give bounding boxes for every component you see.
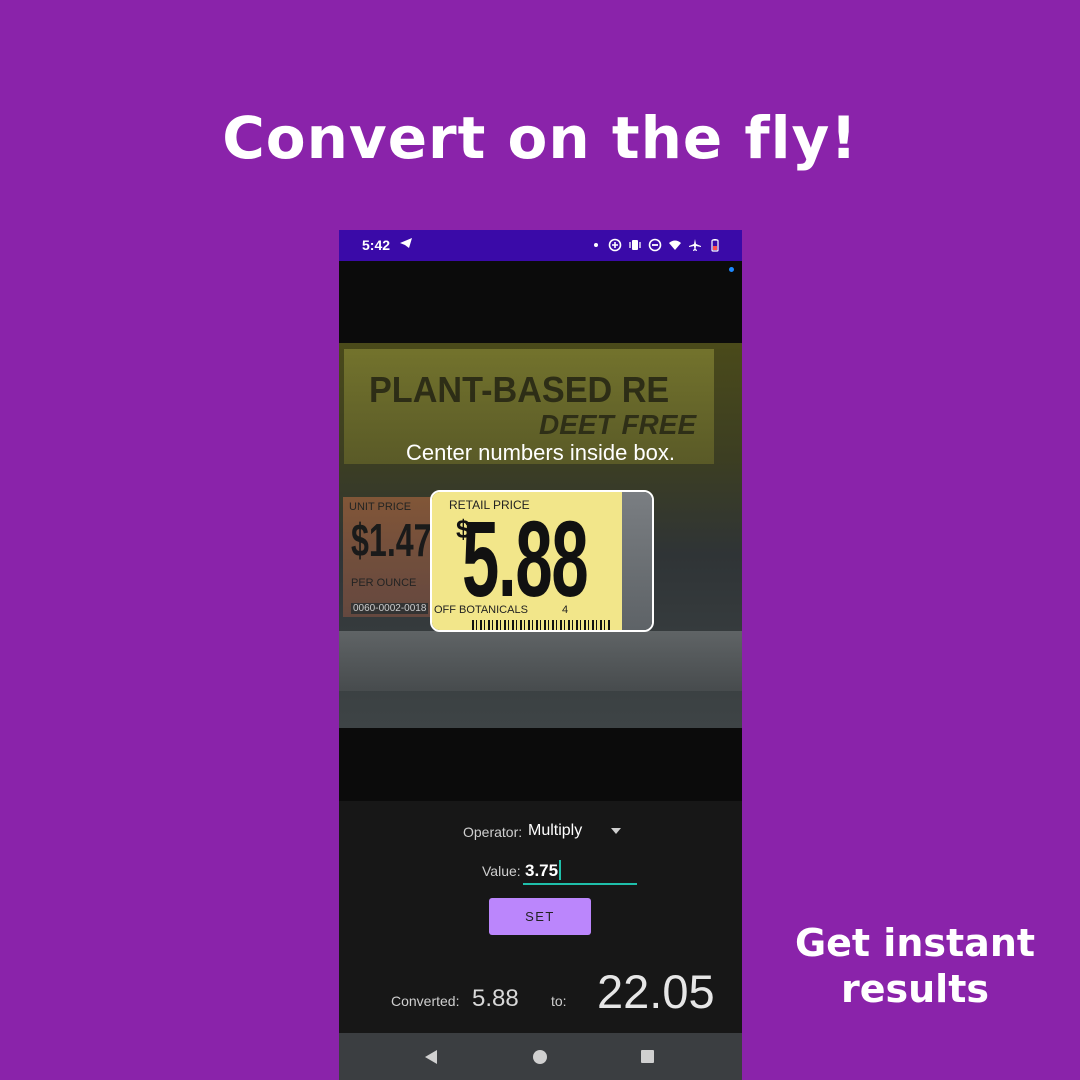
recents-icon[interactable] bbox=[641, 1050, 654, 1063]
set-button[interactable]: SET bbox=[489, 898, 591, 935]
scan-box: RETAIL PRICE $ 5.88 OFF BOTANICALS 4 bbox=[430, 490, 654, 632]
status-time: 5:42 bbox=[362, 237, 391, 253]
wifi-icon bbox=[669, 240, 681, 250]
retail-price-footer-number: 4 bbox=[562, 604, 569, 616]
barcode bbox=[472, 620, 612, 630]
operator-label: Operator: bbox=[463, 824, 523, 840]
telegram-icon bbox=[400, 238, 412, 248]
operator-dropdown[interactable]: Multiply bbox=[528, 822, 582, 840]
converted-value: 5.88 bbox=[472, 985, 519, 1012]
data-saver-icon bbox=[608, 238, 622, 252]
camera-preview: PLANT-BASED RE DEET FREE UNIT PRICE $1.4… bbox=[339, 261, 742, 801]
navigation-bar bbox=[339, 1033, 742, 1080]
promo-tagline: Get instant results bbox=[794, 921, 1036, 1011]
retail-price-tag: RETAIL PRICE $ 5.88 OFF BOTANICALS 4 bbox=[432, 492, 622, 630]
retail-price-amount: 5.88 bbox=[462, 498, 589, 619]
retail-price-footer: OFF BOTANICALS bbox=[434, 604, 528, 616]
unit-price-code: 0060-0002-0018 bbox=[351, 603, 429, 614]
status-icons bbox=[594, 238, 722, 252]
shelf-edge bbox=[339, 631, 742, 691]
dropdown-arrow-icon[interactable] bbox=[611, 828, 621, 834]
dot-icon bbox=[594, 243, 598, 247]
scan-instruction: Center numbers inside box. bbox=[405, 440, 676, 465]
unit-price-tag: UNIT PRICE $1.47 PER OUNCE 0060-0002-001… bbox=[343, 497, 432, 617]
to-label: to: bbox=[551, 993, 567, 1009]
controls-panel: Operator: Multiply Value: 3.75 SET Conve… bbox=[339, 801, 742, 1033]
converted-label: Converted: bbox=[391, 993, 460, 1009]
unit-price-unit: PER OUNCE bbox=[351, 577, 417, 589]
value-input[interactable]: 3.75 bbox=[523, 857, 637, 885]
promo-headline: Convert on the fly! bbox=[222, 104, 858, 172]
back-icon[interactable] bbox=[425, 1050, 437, 1064]
home-icon[interactable] bbox=[533, 1050, 547, 1064]
airplane-icon bbox=[689, 239, 701, 251]
do-not-disturb-icon bbox=[648, 238, 662, 252]
shelf-background bbox=[622, 492, 652, 630]
value-input-text: 3.75 bbox=[525, 861, 559, 880]
unit-price-label: UNIT PRICE bbox=[349, 501, 412, 513]
camera-indicator-dot bbox=[729, 267, 734, 272]
shelf-text: PLANT-BASED RE bbox=[369, 369, 670, 410]
phone-screen: 5:42 PLANT-BASED RE DEET FREE UNIT PRICE… bbox=[339, 230, 742, 1080]
unit-price-value: $1.47 bbox=[351, 514, 432, 566]
vibrate-icon bbox=[629, 240, 641, 250]
battery-low-icon bbox=[711, 239, 719, 252]
result-value: 22.05 bbox=[597, 965, 715, 1018]
status-bar: 5:42 bbox=[339, 230, 742, 261]
value-label: Value: bbox=[482, 863, 521, 879]
text-cursor bbox=[559, 860, 562, 880]
shelf-text-secondary: DEET FREE bbox=[539, 409, 697, 440]
